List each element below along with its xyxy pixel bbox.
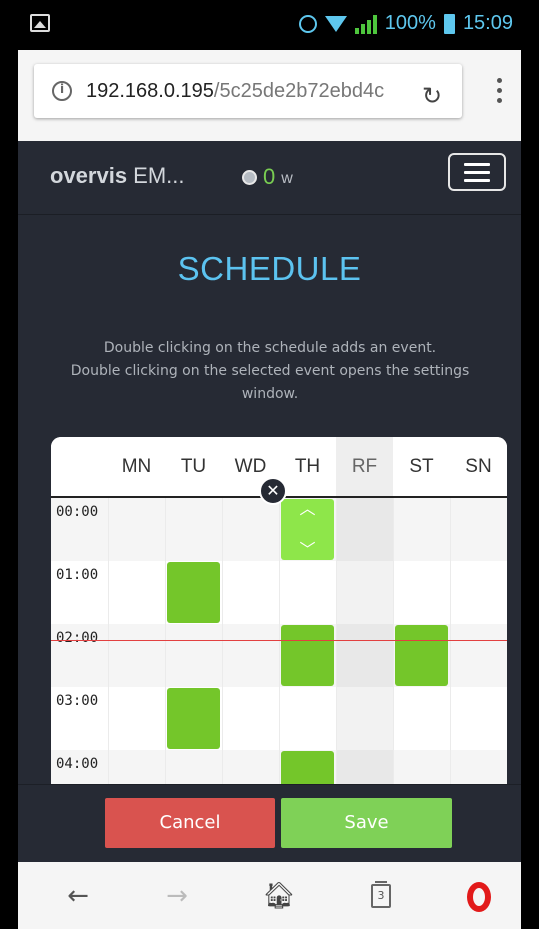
grid-line (108, 561, 109, 624)
grid-line (279, 624, 280, 687)
grid-line (336, 624, 337, 687)
close-icon[interactable]: ✕ (259, 477, 287, 505)
weekend-column-cell[interactable] (336, 687, 393, 750)
opera-menu-icon[interactable] (459, 878, 499, 914)
grid-line (450, 561, 451, 624)
battery-percent: 100% (384, 12, 436, 34)
grid-line (222, 561, 223, 624)
form-actions: Cancel Save (18, 784, 521, 862)
weekend-column-cell[interactable] (336, 498, 393, 561)
save-button[interactable]: Save (281, 798, 452, 848)
time-label: 03:00 (56, 693, 99, 709)
grid-line (279, 561, 280, 624)
tabs-button[interactable]: 3 (361, 878, 401, 914)
grid-line (165, 561, 166, 624)
time-row[interactable]: 01:00 (51, 561, 507, 624)
grid-line (450, 624, 451, 687)
wifi-icon (324, 15, 347, 32)
power-indicator: 0 w (242, 164, 293, 190)
grid-line (108, 498, 109, 561)
power-status-icon (242, 169, 257, 185)
grid-line (393, 498, 394, 561)
grid-line (450, 498, 451, 561)
signal-icon (354, 14, 377, 34)
chevron-up-icon[interactable]: ︿ (281, 501, 334, 517)
time-row[interactable]: 03:00 (51, 687, 507, 750)
grid-line (108, 687, 109, 750)
grid-line (222, 687, 223, 750)
grid-line (393, 624, 394, 687)
weekend-column-cell[interactable] (336, 561, 393, 624)
grid-line (222, 624, 223, 687)
grid-line (393, 687, 394, 750)
day-header-st: ST (409, 456, 434, 477)
address-bar[interactable]: 192.168.0.195 /5c25de2b72ebd4c (34, 64, 462, 118)
cancel-button[interactable]: Cancel (105, 798, 275, 848)
time-label: 01:00 (56, 567, 99, 583)
back-arrow-icon[interactable]: ← (58, 878, 98, 914)
url-host: 192.168.0.195 (86, 79, 214, 102)
brand[interactable]: overvis EM... (50, 163, 185, 189)
grid-line (165, 498, 166, 561)
schedule-rows[interactable]: 00:00 01:00 02:00 03:00 04:00 ︿ ﹀ (51, 498, 507, 797)
clock: 15:09 (462, 12, 513, 34)
browser-menu-icon[interactable] (496, 78, 502, 103)
schedule-event[interactable] (167, 688, 220, 749)
grid-line (222, 498, 223, 561)
day-header-tu: TU (180, 456, 207, 477)
battery-icon (443, 13, 455, 34)
time-label: 00:00 (56, 504, 99, 520)
day-header-th: TH (294, 456, 321, 477)
time-label: 02:00 (56, 630, 99, 646)
app-header: overvis EM... 0 w (18, 141, 521, 215)
hint-line: Double clicking on the schedule adds an … (103, 340, 437, 356)
page-title: SCHEDULE (177, 250, 362, 287)
grid-line (450, 687, 451, 750)
grid-line (336, 498, 337, 561)
weekend-column-cell[interactable] (336, 624, 393, 687)
day-header-mn: MN (121, 456, 152, 477)
browser-toolbar: 192.168.0.195 /5c25de2b72ebd4c ↻ (18, 50, 521, 141)
home-icon[interactable]: 🏠︎ (259, 878, 299, 914)
chevron-down-icon[interactable]: ﹀ (281, 542, 334, 558)
power-unit: w (281, 170, 293, 187)
time-row[interactable]: 00:00 (51, 498, 507, 561)
hint-line: Double clicking on the selected event op… (70, 363, 470, 402)
menu-toggle-button[interactable] (448, 153, 506, 191)
grid-line (336, 687, 337, 750)
alarm-icon (298, 14, 317, 33)
grid-line (165, 687, 166, 750)
grid-line (279, 687, 280, 750)
current-time-line (51, 639, 507, 641)
grid-line (108, 624, 109, 687)
selected-event[interactable]: ︿ ﹀ (281, 499, 334, 560)
day-header-sn: SN (465, 456, 492, 477)
phone-screen: 100% 15:09 192.168.0.195 /5c25de2b72ebd4… (18, 0, 521, 929)
schedule-event[interactable] (167, 562, 220, 623)
status-bar: 100% 15:09 (18, 0, 521, 50)
url-path: /5c25de2b72ebd4c (213, 79, 385, 102)
schedule-event[interactable] (395, 625, 448, 686)
brand-name: overvis (50, 163, 128, 188)
site-info-icon[interactable] (52, 81, 72, 101)
day-header-rf: RF (336, 437, 393, 496)
tab-count: 3 (371, 881, 391, 908)
grid-line (336, 561, 337, 624)
forward-arrow-icon[interactable]: → (157, 878, 197, 914)
time-label: 04:00 (56, 756, 99, 772)
status-icons: 100% 15:09 (298, 12, 513, 35)
schedule-hint: Double clicking on the schedule adds an … (64, 337, 476, 406)
schedule-event[interactable] (281, 625, 334, 686)
grid-line (279, 498, 280, 561)
reload-icon[interactable]: ↻ (422, 84, 442, 108)
grid-line (393, 561, 394, 624)
gallery-notification-icon (30, 14, 50, 32)
power-value: 0 (263, 164, 276, 189)
brand-device: EM... (127, 163, 185, 188)
grid-line (165, 624, 166, 687)
browser-bottom-nav: ← → 🏠︎ 3 (18, 862, 521, 929)
